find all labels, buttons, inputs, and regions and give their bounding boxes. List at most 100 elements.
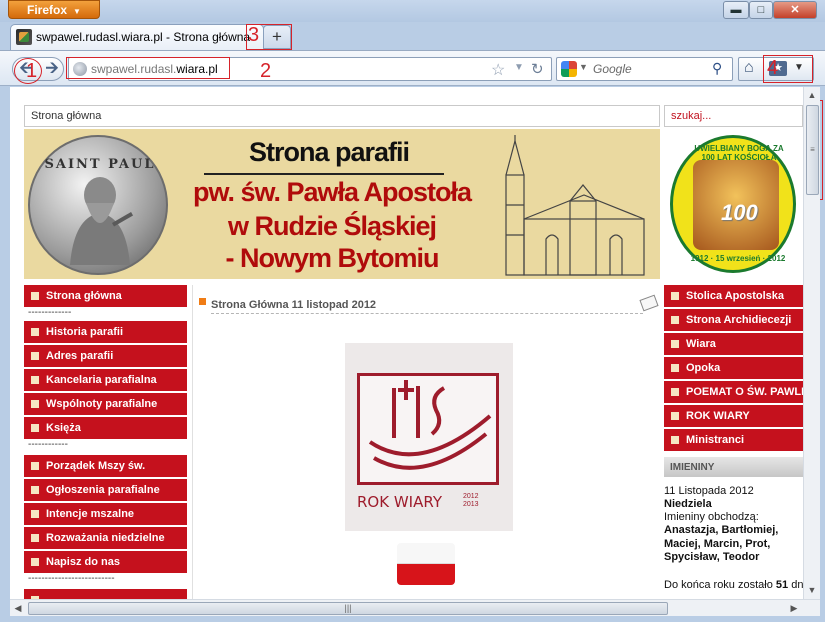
mail-icon[interactable] [639, 294, 659, 312]
right-menu-item-rok-wiary[interactable]: ROK WIARY [664, 405, 803, 427]
menu-label: ROK WIARY [686, 410, 750, 422]
menu-label: Kancelaria parafialna [46, 374, 157, 386]
parish-favicon-icon [16, 29, 32, 45]
firefox-menu-label: Firefox [27, 3, 68, 17]
left-menu-item-strona-glowna[interactable]: Strona główna [24, 285, 187, 307]
menu-label: POEMAT O ŚW. PAWLE [686, 386, 803, 398]
left-menu-item-cutoff[interactable] [24, 589, 187, 599]
church-drawing-icon [505, 135, 645, 276]
left-menu-item-adres[interactable]: Adres parafii [24, 345, 187, 367]
menu-separator: -------------------------- [28, 573, 115, 584]
left-menu-item-kancelaria[interactable]: Kancelaria parafialna [24, 369, 187, 391]
page-viewport: Strona główna szukaj... SAINT PAUL Stron… [10, 87, 803, 599]
heading-rule [211, 313, 643, 314]
tab-active[interactable]: swpawel.rudasl.wiara.pl - Strona główna [10, 24, 264, 50]
maximize-button[interactable]: □ [749, 1, 773, 19]
close-button[interactable]: ✕ [773, 1, 817, 19]
search-magnifier-icon[interactable]: ⚲ [712, 60, 722, 77]
left-menu-item-wspolnoty[interactable]: Wspólnoty parafialne [24, 393, 187, 415]
annotation-number-2: 2 [260, 60, 272, 82]
menu-label: Stolica Apostolska [686, 290, 785, 302]
logo-year-end: 2013 [463, 501, 479, 508]
banner-line-4: - Nowym Bytomiu [225, 243, 439, 273]
menu-label: Wiara [686, 338, 716, 350]
right-menu-item-opoka[interactable]: Opoka [664, 357, 803, 379]
horizontal-scrollbar[interactable]: ◀ ||| ▶ [10, 599, 820, 616]
google-icon[interactable] [561, 61, 577, 77]
search-bar[interactable]: ▼ Google ⚲ [556, 57, 733, 81]
banner-line-3: w Rudzie Śląskiej [227, 211, 437, 241]
rok-wiary-logo-image: ROK WIARY 2012 2013 [345, 343, 513, 531]
left-menu-item-intencje[interactable]: Intencje mszalne [24, 503, 187, 525]
name-days-header: IMIENINY [664, 457, 803, 477]
url-history-dropdown-icon[interactable]: ▼ [514, 62, 524, 73]
left-menu-item-ogloszenia[interactable]: Ogłoszenia parafialne [24, 479, 187, 501]
banner-divider [204, 173, 444, 175]
menu-label: Wspólnoty parafialne [46, 398, 158, 410]
annotation-number-3: 3 [248, 24, 260, 46]
banner-line-1: Strona parafii [248, 137, 410, 167]
forward-button[interactable]: 🡪 [41, 59, 63, 79]
menu-label: Strona główna [46, 290, 122, 302]
scroll-right-arrow-icon[interactable]: ▶ [786, 600, 802, 616]
menu-label: Księża [46, 422, 81, 434]
search-input[interactable]: Google [593, 62, 632, 76]
scroll-up-arrow-icon[interactable]: ▲ [804, 87, 820, 103]
right-menu-item-ministranci[interactable]: Ministranci [664, 429, 803, 451]
seal-bottom-text: 1912 · 15 wrzesień · 2012 [690, 254, 786, 263]
reload-icon[interactable]: ↻ [531, 60, 544, 78]
menu-label: Intencje mszalne [46, 508, 135, 520]
left-menu-item-historia[interactable]: Historia parafii [24, 321, 187, 343]
menu-label: Porządek Mszy św. [46, 460, 146, 472]
title-bar: Firefox ▼ ▬ □ ✕ [0, 0, 825, 22]
tab-title: swpawel.rudasl.wiara.pl - Strona główna [36, 30, 251, 44]
annotation-number-1: 1 [26, 60, 38, 82]
vertical-scrollbar[interactable]: ▲ ≡ ▼ [803, 87, 820, 599]
left-menu-item-porzadek-mszy[interactable]: Porządek Mszy św. [24, 455, 187, 477]
menu-label: Ogłoszenia parafialne [46, 484, 160, 496]
menu-label: Rozważania niedzielne [46, 532, 165, 544]
left-menu-item-napisz[interactable]: Napisz do nas [24, 551, 187, 573]
name-days-weekday: Niedziela [664, 498, 712, 510]
site-search-input[interactable]: szukaj... [664, 105, 803, 127]
days-left-text: Do końca roku zostało 51 dni. [664, 579, 803, 591]
chevron-down-icon: ▼ [73, 7, 81, 16]
logo-year-start: 2012 [463, 493, 479, 500]
name-days-date: 11 Listopada 2012 [664, 485, 754, 497]
centenary-seal-image[interactable]: UWIELBIANY BOGA ZA 100 LAT KOŚCIOŁA 100 … [664, 131, 803, 279]
star-icon[interactable]: ☆ [491, 60, 505, 80]
menu-label: Adres parafii [46, 350, 114, 362]
right-menu-item-poemat[interactable]: POEMAT O ŚW. PAWLE [664, 381, 803, 403]
main-content: Strona Główna 11 listopad 2012 ROK WIARY… [192, 285, 660, 599]
right-menu-item-stolica[interactable]: Stolica Apostolska [664, 285, 803, 307]
left-menu-item-rozwazania[interactable]: Rozważania niedzielne [24, 527, 187, 549]
logo-years: 2012 2013 [463, 493, 479, 509]
scroll-left-arrow-icon[interactable]: ◀ [10, 600, 26, 616]
menu-label: Napisz do nas [46, 556, 120, 568]
left-menu-item-ksieza[interactable]: Księża [24, 417, 187, 439]
boat-cross-logo-icon [357, 373, 499, 485]
polish-flag-image [397, 543, 455, 585]
close-icon: ✕ [790, 4, 800, 16]
horizontal-scroll-thumb[interactable]: ||| [28, 602, 668, 615]
right-menu-item-wiara[interactable]: Wiara [664, 333, 803, 355]
firefox-menu-button[interactable]: Firefox ▼ [8, 0, 100, 19]
minimize-button[interactable]: ▬ [723, 1, 749, 19]
minimize-icon: ▬ [730, 4, 742, 16]
name-days-names: Anastazja, Bartłomiej, Maciej, Marcin, P… [664, 524, 779, 563]
home-icon[interactable]: ⌂ [744, 59, 754, 77]
window-bottom-frame [0, 616, 825, 622]
menu-label: Ministranci [686, 434, 745, 446]
search-engine-dropdown-icon[interactable]: ▼ [579, 62, 588, 72]
right-menu-item-archidiecezja[interactable]: Strona Archidiecezji [664, 309, 803, 331]
annotation-box-url [66, 57, 230, 79]
scroll-down-arrow-icon[interactable]: ▼ [804, 582, 820, 598]
days-left-count: 51 [775, 579, 789, 591]
menu-label: Historia parafii [46, 326, 124, 338]
menu-label: Strona Archidiecezji [686, 314, 792, 326]
parish-banner[interactable]: SAINT PAUL Strona parafii pw. św. Pawła … [24, 129, 660, 279]
saint-figure-icon [70, 177, 134, 265]
vertical-scroll-thumb[interactable]: ≡ [806, 105, 819, 195]
logo-title: ROK WIARY [357, 493, 442, 511]
forward-arrow-icon: 🡪 [45, 60, 59, 77]
